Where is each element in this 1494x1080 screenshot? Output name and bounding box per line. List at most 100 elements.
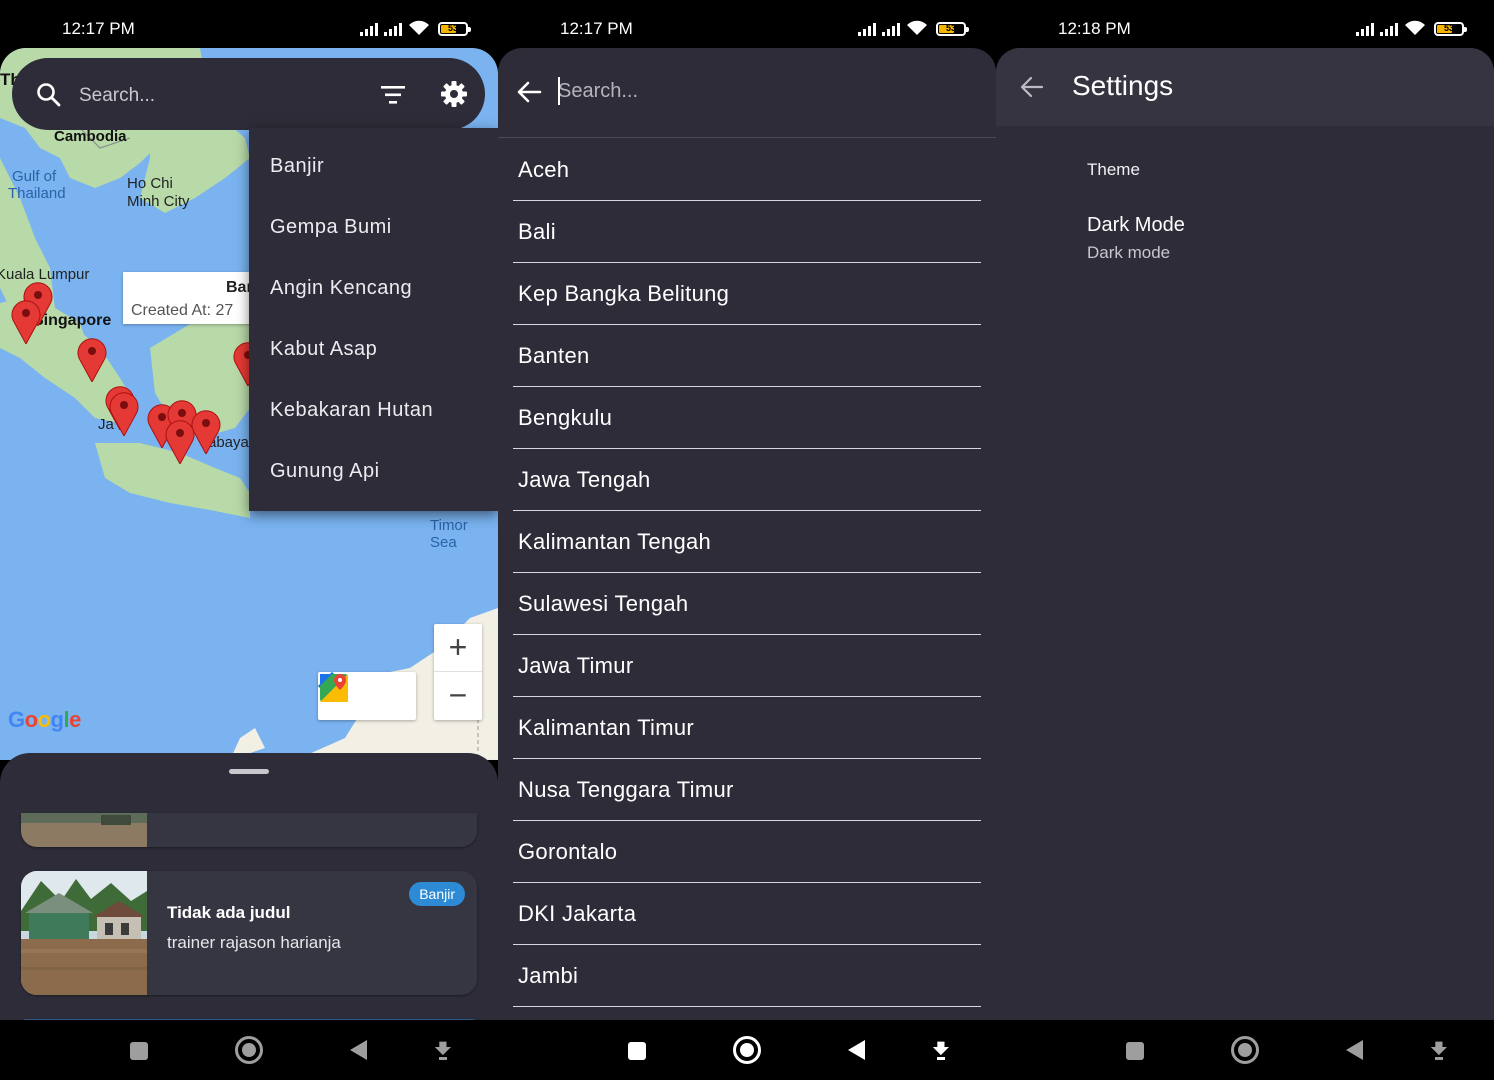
map-search-bar[interactable]: Search... (12, 58, 485, 130)
province-label: Aceh (518, 157, 570, 182)
map-label: Thailand (8, 185, 66, 202)
system-nav-bar (498, 1020, 996, 1080)
signal-icon (882, 22, 900, 36)
gear-icon[interactable] (440, 80, 468, 108)
province-item[interactable]: Aceh (513, 139, 981, 201)
province-item[interactable]: Nusa Tenggara Timur (513, 759, 981, 821)
report-thumbnail (21, 871, 147, 995)
search-input[interactable]: Search... (79, 85, 155, 107)
map-marker-pin-icon[interactable] (164, 418, 196, 464)
map-label: Minh City (127, 193, 190, 210)
back-button[interactable] (848, 1040, 865, 1060)
bottom-sheet[interactable]: Tidak ada judul trainer rajason harianja… (0, 753, 498, 1020)
home-button[interactable] (235, 1036, 263, 1064)
battery-icon: 53 (438, 22, 471, 36)
report-card[interactable] (21, 813, 477, 847)
back-arrow-icon[interactable] (1020, 76, 1044, 98)
search-screen: 12:17 PM 53 Search... Aceh Bali Kep Bang… (498, 0, 996, 1080)
province-label: Gorontalo (518, 839, 618, 864)
zoom-in-button[interactable]: + (434, 624, 482, 672)
filter-icon[interactable] (380, 84, 406, 106)
category-badge: Banjir (409, 882, 465, 906)
section-header-theme: Theme (1087, 160, 1140, 179)
hide-nav-icon[interactable] (1429, 1038, 1449, 1062)
drag-handle[interactable] (229, 769, 269, 774)
google-maps-icon[interactable] (318, 672, 350, 704)
menu-item-gempa-bumi[interactable]: Gempa Bumi (270, 216, 392, 239)
map-toolbar (318, 672, 416, 720)
hide-nav-icon[interactable] (433, 1038, 453, 1062)
status-bar: 12:17 PM 53 (498, 0, 996, 48)
wifi-icon (409, 20, 429, 35)
province-item[interactable]: Jawa Tengah (513, 449, 981, 511)
province-item[interactable]: Kep Bangka Belitung (513, 263, 981, 325)
signal-icon (1380, 22, 1398, 36)
menu-item-kabut-asap[interactable]: Kabut Asap (270, 338, 377, 361)
report-thumbnail (21, 813, 147, 847)
recents-button[interactable] (628, 1042, 646, 1060)
text-cursor (558, 77, 560, 105)
menu-item-kebakaran-hutan[interactable]: Kebakaran Hutan (270, 399, 433, 422)
wifi-icon (1405, 20, 1425, 35)
status-bar: 12:18 PM 53 (996, 0, 1494, 48)
back-arrow-icon[interactable] (516, 80, 542, 104)
province-item[interactable]: Jawa Timur (513, 635, 981, 697)
province-label: Jambi (518, 963, 579, 988)
system-nav-bar (996, 1020, 1494, 1080)
province-label: Banten (518, 343, 590, 368)
province-label: Kalimantan Tengah (518, 529, 712, 554)
google-logo: Google (8, 707, 81, 732)
marker-info-window[interactable]: Bar Created At: 27 (123, 272, 253, 324)
search-header: Search... (498, 48, 996, 138)
menu-item-banjir[interactable]: Banjir (270, 155, 324, 178)
back-button[interactable] (350, 1040, 367, 1060)
province-item[interactable]: DKI Jakarta (513, 883, 981, 945)
province-item[interactable]: Kalimantan Timur (513, 697, 981, 759)
province-item[interactable]: Gorontalo (513, 821, 981, 883)
province-item[interactable]: Kalimantan Tengah (513, 511, 981, 573)
province-label: Kalimantan Timur (518, 715, 694, 740)
status-time: 12:17 PM (560, 19, 633, 38)
settings-app-bar: Settings (996, 48, 1494, 126)
province-label: Jawa Tengah (518, 467, 651, 492)
search-panel: Search... Aceh Bali Kep Bangka Belitung … (498, 48, 996, 1020)
filter-dropdown-menu: Banjir Gempa Bumi Angin Kencang Kabut As… (249, 128, 498, 511)
map-marker-pin-icon[interactable] (10, 298, 42, 344)
province-item[interactable]: Sulawesi Tengah (513, 573, 981, 635)
recents-button[interactable] (130, 1042, 148, 1060)
info-window-subtitle: Created At: 27 (131, 302, 234, 319)
battery-icon: 53 (936, 22, 969, 36)
back-button[interactable] (1346, 1040, 1363, 1060)
home-button[interactable] (733, 1036, 761, 1064)
zoom-out-button[interactable]: − (434, 672, 482, 720)
province-item[interactable]: Jambi (513, 945, 981, 1007)
map-marker-pin-icon[interactable] (108, 390, 140, 436)
status-bar: 12:17 PM 53 (0, 0, 498, 48)
dark-mode-summary: Dark mode (1087, 243, 1171, 262)
zoom-controls: + − (434, 624, 482, 720)
map-label: Gulf of (12, 168, 57, 185)
dark-mode-title: Dark Mode (1087, 214, 1185, 236)
map-label: Cambodia (54, 128, 127, 145)
report-card[interactable]: Tidak ada judul trainer rajason harianja… (21, 871, 477, 995)
map-screen: 12:17 PM 53 Th Cambodia Gulf of Thailand… (0, 0, 498, 1080)
search-input[interactable]: Search... (558, 80, 638, 103)
map-marker-pin-icon[interactable] (76, 336, 108, 382)
province-item[interactable]: Banten (513, 325, 981, 387)
map-label: Timor Sea (430, 517, 468, 551)
system-nav-bar (0, 1020, 498, 1080)
search-icon (37, 83, 61, 107)
status-time: 12:17 PM (62, 19, 135, 38)
settings-panel: Settings Theme Dark Mode Dark mode (996, 48, 1494, 1020)
menu-item-gunung-api[interactable]: Gunung Api (270, 460, 380, 483)
province-label: DKI Jakarta (518, 901, 637, 926)
province-label: Bali (518, 219, 556, 244)
recents-button[interactable] (1126, 1042, 1144, 1060)
menu-item-angin-kencang[interactable]: Angin Kencang (270, 277, 412, 300)
home-button[interactable] (1231, 1036, 1259, 1064)
province-label: Kep Bangka Belitung (518, 281, 730, 306)
province-item[interactable]: Bengkulu (513, 387, 981, 449)
province-label: Jawa Timur (518, 653, 634, 678)
hide-nav-icon[interactable] (931, 1038, 951, 1062)
province-item[interactable]: Bali (513, 201, 981, 263)
